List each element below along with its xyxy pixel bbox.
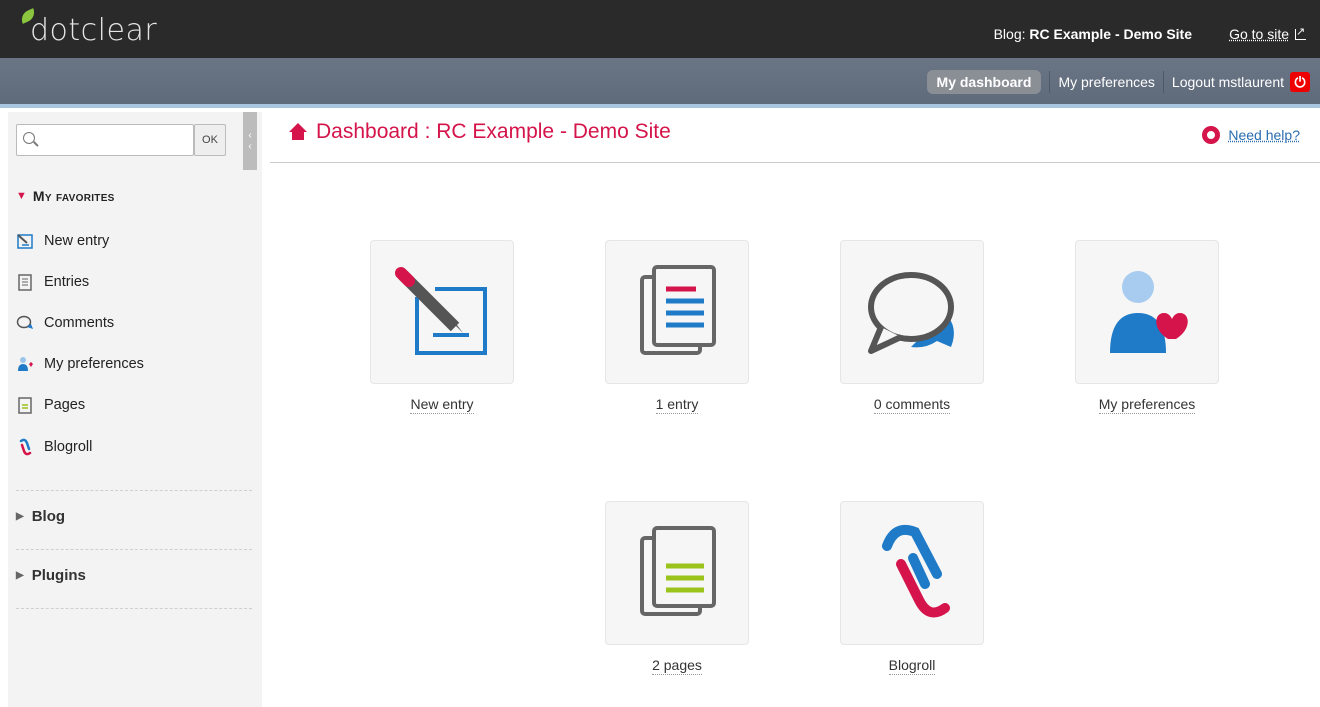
sidebar: OK ▼ My favorites New entry Entries Comm… [8, 112, 262, 707]
blogroll-icon [16, 438, 34, 456]
sidebar-item-new-entry[interactable]: New entry [16, 220, 144, 261]
search-ok-button[interactable]: OK [194, 124, 226, 156]
tile-label: My preferences [1098, 396, 1196, 414]
sidebar-item-label: My preferences [44, 356, 144, 373]
tile-icon-box [605, 240, 749, 384]
search-input[interactable] [16, 124, 194, 156]
go-to-site-label: Go to site [1229, 26, 1289, 42]
sidebar-item-label: Entries [44, 273, 90, 290]
blogroll-icon [882, 524, 950, 618]
favorites-list: New entry Entries Comments My preference… [16, 220, 144, 467]
chevron-left-icon: ‹ [248, 141, 252, 152]
blog-name: RC Example - Demo Site [1029, 26, 1192, 42]
title-divider [270, 162, 1320, 163]
tile-new-entry[interactable]: New entry [370, 240, 514, 414]
tile-label: 2 pages [652, 657, 702, 675]
tile-icon-box [840, 240, 984, 384]
tile-pages[interactable]: 2 pages [605, 501, 749, 675]
top-header: dotclear Blog: RC Example - Demo Site Go… [0, 0, 1320, 58]
section-label: Blog [31, 508, 66, 525]
my-preferences-link[interactable]: My preferences [1058, 74, 1154, 90]
sidebar-section-plugins[interactable]: ▶ Plugins [16, 567, 86, 584]
pages-icon [640, 526, 716, 616]
tile-blogroll[interactable]: Blogroll [840, 501, 984, 675]
sidebar-item-label: Blogroll [44, 438, 93, 455]
page-title: Dashboard : RC Example - Demo Site [288, 120, 671, 144]
current-blog: Blog: RC Example - Demo Site [994, 26, 1192, 42]
tile-my-preferences[interactable]: My preferences [1075, 240, 1219, 414]
comments-icon [16, 314, 34, 332]
tile-label: New entry [410, 396, 474, 414]
tile-icon-box [370, 240, 514, 384]
go-to-site-link[interactable]: Go to site [1229, 25, 1306, 42]
tile-label: 0 comments [873, 396, 951, 414]
sidebar-divider [16, 608, 252, 609]
home-icon [288, 123, 308, 141]
blog-prefix: Blog: [993, 26, 1026, 42]
sidebar-section-blog[interactable]: ▶ Blog [16, 508, 65, 525]
user-nav-links: My dashboard My preferences Logout mstla… [926, 70, 1310, 94]
sidebar-divider [16, 490, 252, 491]
external-link-icon [1295, 25, 1306, 40]
sidebar-item-pages[interactable]: Pages [16, 385, 144, 426]
chevron-left-icon: ‹ [248, 130, 252, 141]
dotclear-logo[interactable]: dotclear [18, 8, 157, 48]
sidebar-item-label: New entry [44, 232, 110, 249]
nav-divider [1049, 71, 1051, 93]
logo-text: dotclear [30, 13, 158, 48]
preferences-icon [1110, 271, 1188, 353]
new-entry-icon [16, 232, 34, 250]
tile-comments[interactable]: 0 comments [840, 240, 984, 414]
user-nav-bar: My dashboard My preferences Logout mstla… [0, 58, 1320, 108]
caret-right-icon: ▶ [16, 570, 24, 581]
logout-link[interactable]: Logout mstlaurent ⏻ [1172, 72, 1310, 92]
tile-icon-box [1075, 240, 1219, 384]
lifebuoy-icon [1202, 126, 1221, 144]
caret-down-icon: ▼ [16, 190, 27, 202]
sidebar-item-entries[interactable]: Entries [16, 261, 144, 302]
sidebar-divider [16, 549, 252, 550]
entries-icon [640, 265, 716, 355]
sidebar-item-comments[interactable]: Comments [16, 302, 144, 343]
need-help-link[interactable]: Need help? [1202, 126, 1300, 144]
page-title-text: Dashboard : RC Example - Demo Site [316, 120, 671, 143]
new-entry-icon [395, 267, 487, 355]
sidebar-item-label: Pages [44, 397, 86, 414]
sidebar-item-blogroll[interactable]: Blogroll [16, 426, 144, 467]
favorites-title: My favorites [32, 188, 115, 204]
comments-icon [868, 272, 954, 354]
power-icon: ⏻ [1290, 72, 1310, 92]
pages-icon [16, 396, 34, 415]
preferences-icon [16, 355, 34, 373]
tile-label: 1 entry [655, 396, 699, 414]
main-content: Dashboard : RC Example - Demo Site Need … [270, 112, 1320, 707]
nav-divider [1162, 71, 1164, 93]
caret-right-icon: ▶ [16, 511, 24, 522]
section-label: Plugins [31, 567, 86, 584]
collapse-sidebar-button[interactable]: ‹ ‹ [243, 112, 257, 170]
sidebar-item-label: Comments [44, 314, 115, 331]
my-dashboard-link[interactable]: My dashboard [926, 70, 1042, 94]
tile-label: Blogroll [888, 657, 936, 675]
logout-label: Logout mstlaurent [1171, 74, 1284, 90]
need-help-label: Need help? [1228, 127, 1300, 143]
tile-entries[interactable]: 1 entry [605, 240, 749, 414]
sidebar-item-my-preferences[interactable]: My preferences [16, 344, 144, 385]
search-icon [23, 132, 35, 144]
tile-icon-box [840, 501, 984, 645]
favorites-toggle[interactable]: ▼ My favorites [16, 188, 115, 204]
entries-icon [16, 273, 34, 291]
tile-icon-box [605, 501, 749, 645]
